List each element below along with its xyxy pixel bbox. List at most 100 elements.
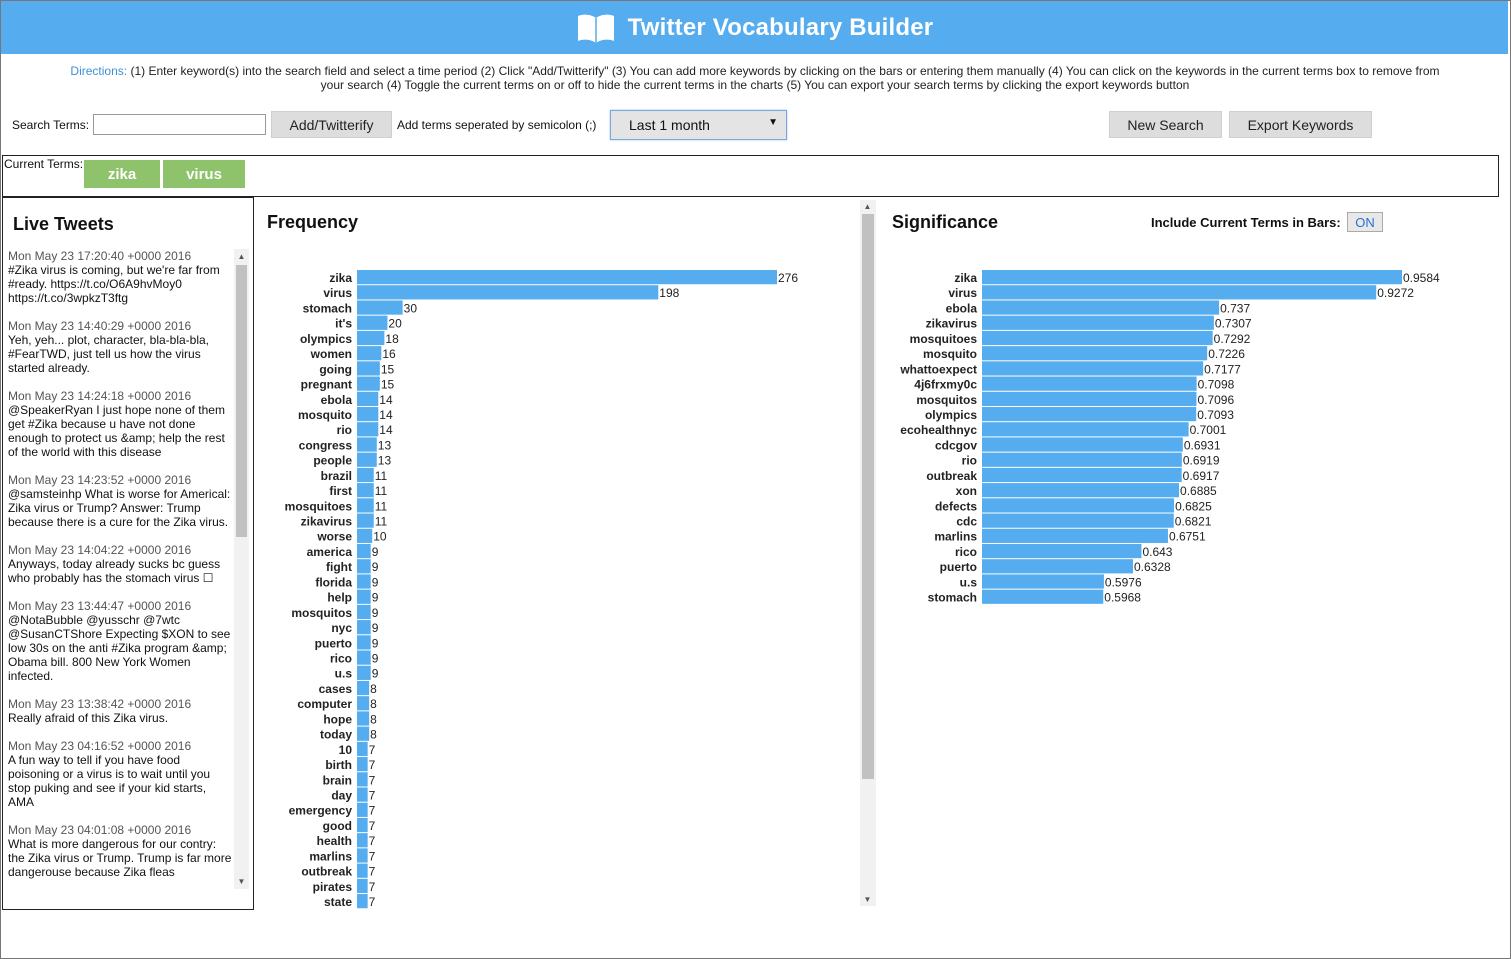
new-search-button[interactable]: New Search [1109,111,1222,138]
search-input[interactable] [93,114,266,135]
bar[interactable] [982,467,1182,483]
bar[interactable] [357,726,370,741]
bar[interactable] [982,300,1220,315]
bar[interactable] [982,406,1197,422]
bar[interactable] [982,528,1168,543]
bar[interactable] [357,817,368,833]
bar-label: zika [954,271,977,285]
tweet-text: Really afraid of this Zika virus. [8,711,169,725]
bar-value: 10 [373,530,387,544]
bar[interactable] [982,483,1180,498]
bar[interactable] [357,589,371,604]
bar[interactable] [982,422,1189,437]
bar-value: 8 [370,712,377,726]
bar-value: 7 [369,865,376,879]
time-period-select[interactable]: Last 1 month ▼ [610,110,787,140]
bar[interactable] [357,757,368,772]
bar-value: 0.5976 [1105,575,1142,589]
add-twitterify-button[interactable]: Add/Twitterify [271,111,392,138]
bar[interactable] [357,878,368,894]
bar-label: zika [329,271,352,285]
bar[interactable] [982,270,1402,285]
bar[interactable] [357,467,374,483]
bar[interactable] [982,559,1134,574]
export-keywords-button[interactable]: Export Keywords [1229,111,1372,138]
current-term-tag[interactable]: zika [84,160,160,188]
tweet-text: Yeh, yeh... plot, character, bla-bla-bla… [8,333,210,375]
bar[interactable] [357,559,371,574]
bar[interactable] [982,376,1197,391]
bar[interactable] [982,437,1183,452]
scroll-down-icon[interactable]: ▼ [860,895,875,904]
bar[interactable] [357,863,368,878]
bar[interactable] [357,422,379,437]
bar-label: today [320,728,352,742]
bar[interactable] [357,406,379,422]
bar-value: 7 [369,743,376,757]
significance-chart: zika 0.9584 virus 0.9272 ebola 0.737 zikavirus… [899,270,1440,605]
bar[interactable] [357,543,371,559]
bar[interactable] [357,270,777,285]
bar[interactable] [357,300,403,315]
bar[interactable] [982,391,1197,406]
scrollbar-thumb[interactable] [862,214,874,779]
bar[interactable] [982,285,1377,300]
scroll-up-icon[interactable]: ▲ [860,202,875,211]
bar[interactable] [357,452,377,467]
bar-label: marlins [934,530,977,544]
bar[interactable] [357,848,368,863]
tweet-scrollbar[interactable]: ▲ ▼ [234,249,249,889]
current-term-tag[interactable]: virus [163,160,245,188]
bar-label: worse [316,530,352,544]
bar-value: 9 [372,636,379,650]
bar[interactable] [357,802,368,817]
bar[interactable] [357,665,371,680]
bar[interactable] [357,330,385,346]
bar[interactable] [357,787,368,802]
bar[interactable] [357,635,371,650]
bar[interactable] [357,376,380,391]
bar[interactable] [357,391,379,406]
bar[interactable] [357,574,371,589]
bar[interactable] [982,513,1174,528]
tweet-time: Mon May 23 13:38:42 +0000 2016 [8,697,192,711]
bar[interactable] [982,574,1104,589]
chart-scrollbar[interactable]: ▲ ▼ [860,200,876,906]
bar[interactable] [357,696,370,711]
bar[interactable] [357,650,371,665]
bar[interactable] [982,346,1208,361]
scroll-up-icon[interactable]: ▲ [234,252,249,261]
bar-value: 9 [372,560,379,574]
bar[interactable] [357,346,382,361]
bar[interactable] [357,315,388,330]
bar[interactable] [357,361,380,376]
tweet-list[interactable]: Mon May 23 17:20:40 +0000 2016 #Zika viru… [8,249,233,889]
bar[interactable] [357,620,371,635]
scrollbar-thumb[interactable] [236,265,247,537]
bar[interactable] [982,543,1142,559]
include-terms-toggle[interactable]: ON [1347,212,1383,232]
bar-value: 9 [372,591,379,605]
bar-label: xon [956,484,977,498]
bar[interactable] [357,741,368,757]
bar[interactable] [357,498,374,513]
bar[interactable] [357,528,373,543]
bar[interactable] [357,604,371,620]
bar[interactable] [357,513,374,528]
bar[interactable] [357,483,374,498]
bar[interactable] [982,330,1213,346]
bar[interactable] [357,285,659,300]
scroll-down-icon[interactable]: ▼ [234,877,249,886]
bar[interactable] [982,361,1204,376]
bar[interactable] [982,315,1214,330]
bar[interactable] [982,452,1182,467]
bar[interactable] [357,894,368,909]
bar[interactable] [357,680,370,696]
bar[interactable] [982,498,1175,513]
bar[interactable] [357,437,377,452]
bar[interactable] [982,589,1104,604]
bar-value: 7 [369,834,376,848]
bar[interactable] [357,833,368,848]
bar[interactable] [357,772,368,787]
bar[interactable] [357,711,370,726]
